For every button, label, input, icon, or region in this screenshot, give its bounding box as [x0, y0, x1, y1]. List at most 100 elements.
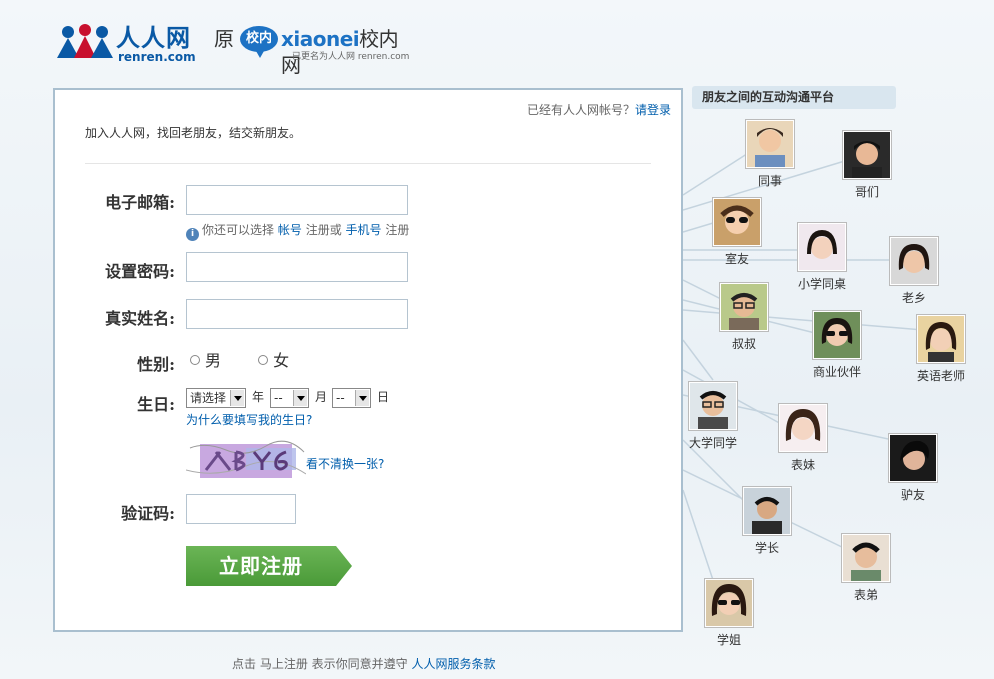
terms-link[interactable]: 人人网服务条款 — [411, 657, 495, 671]
person-photo-icon — [918, 316, 964, 362]
gender-female-radio[interactable] — [258, 355, 269, 365]
friend-name: 老乡 — [901, 291, 926, 305]
friend-name: 学长 — [754, 541, 779, 555]
captcha-noise-graphic — [186, 440, 306, 480]
friend-avatar[interactable] — [688, 381, 738, 431]
friend-item[interactable]: 学姐 — [689, 578, 769, 648]
friend-name: 学姐 — [716, 633, 741, 647]
person-photo-icon — [799, 224, 845, 270]
friend-item[interactable]: 同事 — [730, 119, 810, 189]
friend-name: 小学同桌 — [797, 277, 846, 291]
friend-name: 哥们 — [854, 185, 879, 199]
email-input[interactable] — [186, 185, 408, 215]
year-unit: 年 — [252, 390, 265, 404]
register-button[interactable]: 立即注册 — [186, 546, 352, 586]
chevron-down-icon — [230, 390, 244, 406]
birth-day-select[interactable]: -- — [332, 388, 371, 408]
friend-avatar[interactable] — [712, 197, 762, 247]
phone-register-link[interactable]: 手机号 — [346, 223, 382, 237]
gender-radio-group: 男 女 — [190, 347, 321, 371]
day-unit: 日 — [377, 390, 390, 404]
friend-avatar[interactable] — [916, 314, 966, 364]
friend-item[interactable]: 室友 — [697, 197, 777, 267]
header: 人人网 renren.com 原 校内 xiaonei校内网 已更名为人人网 r… — [0, 0, 994, 88]
friend-item[interactable]: 表妹 — [763, 403, 843, 473]
person-photo-icon — [747, 121, 793, 167]
xiaonei-subtitle: 已更名为人人网 renren.com — [292, 52, 410, 62]
friend-item[interactable]: 英语老师 — [901, 314, 981, 384]
friend-name: 驴友 — [900, 488, 925, 502]
birth-year-select[interactable]: 请选择 — [186, 388, 246, 408]
chevron-down-icon — [293, 390, 307, 406]
login-prompt-text: 已经有人人网帐号？ — [526, 103, 635, 117]
hint-prefix: 你还可以选择 — [202, 223, 275, 237]
friend-item[interactable]: 哥们 — [827, 130, 907, 200]
account-register-link[interactable]: 帐号 — [278, 223, 302, 237]
person-photo-icon — [780, 405, 826, 451]
friend-item[interactable]: 学长 — [727, 486, 807, 556]
friend-avatar[interactable] — [797, 222, 847, 272]
registration-panel: 已经有人人网帐号？请登录 加入人人网，找回老朋友，结交新朋友。 电子邮箱: i你… — [53, 88, 683, 632]
friend-item[interactable]: 大学同学 — [673, 381, 753, 451]
friend-name: 商业伙伴 — [812, 365, 861, 379]
friend-name: 英语老师 — [916, 369, 965, 383]
gender-male-label[interactable]: 男 — [205, 351, 221, 370]
renren-logo[interactable]: 人人网 renren.com — [54, 24, 199, 64]
captcha-label: 验证码: — [121, 504, 175, 523]
friend-name: 同事 — [757, 174, 782, 188]
friend-avatar[interactable] — [888, 433, 938, 483]
person-photo-icon — [891, 238, 937, 284]
birth-month-select[interactable]: -- — [270, 388, 309, 408]
friend-item[interactable]: 商业伙伴 — [797, 310, 877, 380]
login-link[interactable]: 请登录 — [635, 103, 671, 117]
person-photo-icon — [843, 535, 889, 581]
person-photo-icon — [744, 488, 790, 534]
friend-avatar[interactable] — [742, 486, 792, 536]
friend-item[interactable]: 小学同桌 — [782, 222, 862, 292]
captcha-input[interactable] — [186, 494, 296, 524]
xiaonei-yuan: 原 — [214, 27, 234, 51]
friend-avatar[interactable] — [745, 119, 795, 169]
email-label: 电子邮箱: — [105, 193, 175, 212]
gender-label: 性别: — [137, 355, 175, 374]
person-photo-icon — [721, 284, 767, 330]
friend-name: 大学同学 — [688, 436, 737, 450]
why-birthday-link[interactable]: 为什么要填写我的生日? — [186, 411, 312, 428]
register-hint: i 你还可以选择 帐号 注册或 手机号 注册 — [186, 221, 409, 241]
friend-item[interactable]: 老乡 — [874, 236, 954, 306]
chevron-down-icon — [355, 390, 369, 406]
person-photo-icon — [844, 132, 890, 178]
person-photo-icon — [706, 580, 752, 626]
person-photo-icon — [814, 312, 860, 358]
birth-day-value: -- — [336, 391, 345, 405]
friend-avatar[interactable] — [841, 533, 891, 583]
name-input[interactable] — [186, 299, 408, 329]
password-label: 设置密码: — [105, 262, 175, 281]
gender-female-label[interactable]: 女 — [273, 351, 289, 370]
friend-avatar[interactable] — [842, 130, 892, 180]
friend-item[interactable]: 表弟 — [826, 533, 906, 603]
friend-avatar[interactable] — [812, 310, 862, 360]
friend-avatar[interactable] — [719, 282, 769, 332]
person-photo-icon — [714, 199, 760, 245]
friend-item[interactable]: 驴友 — [873, 433, 953, 503]
captcha-image[interactable] — [186, 440, 306, 480]
hint-suffix: 注册 — [385, 223, 410, 237]
password-input[interactable] — [186, 252, 408, 282]
footer-terms: 点击 马上注册 表示你同意并遵守 人人网服务条款 — [232, 655, 495, 672]
xiaonei-logo: 原 校内 xiaonei校内网 已更名为人人网 renren.com — [214, 24, 414, 77]
name-label: 真实姓名: — [105, 309, 175, 328]
friend-name: 室友 — [724, 252, 749, 266]
friend-avatar[interactable] — [704, 578, 754, 628]
friend-avatar[interactable] — [778, 403, 828, 453]
person-photo-icon — [690, 383, 736, 429]
friend-name: 表妹 — [790, 458, 815, 472]
captcha-refresh-link[interactable]: 看不清换一张? — [306, 455, 384, 472]
birth-month-value: -- — [274, 391, 283, 405]
hint-mid: 注册或 — [305, 223, 342, 237]
gender-male-radio[interactable] — [190, 355, 200, 365]
birthday-label: 生日: — [137, 395, 175, 414]
login-prompt: 已经有人人网帐号？请登录 — [527, 101, 671, 118]
friend-avatar[interactable] — [889, 236, 939, 286]
friend-item[interactable]: 叔叔 — [704, 282, 784, 352]
